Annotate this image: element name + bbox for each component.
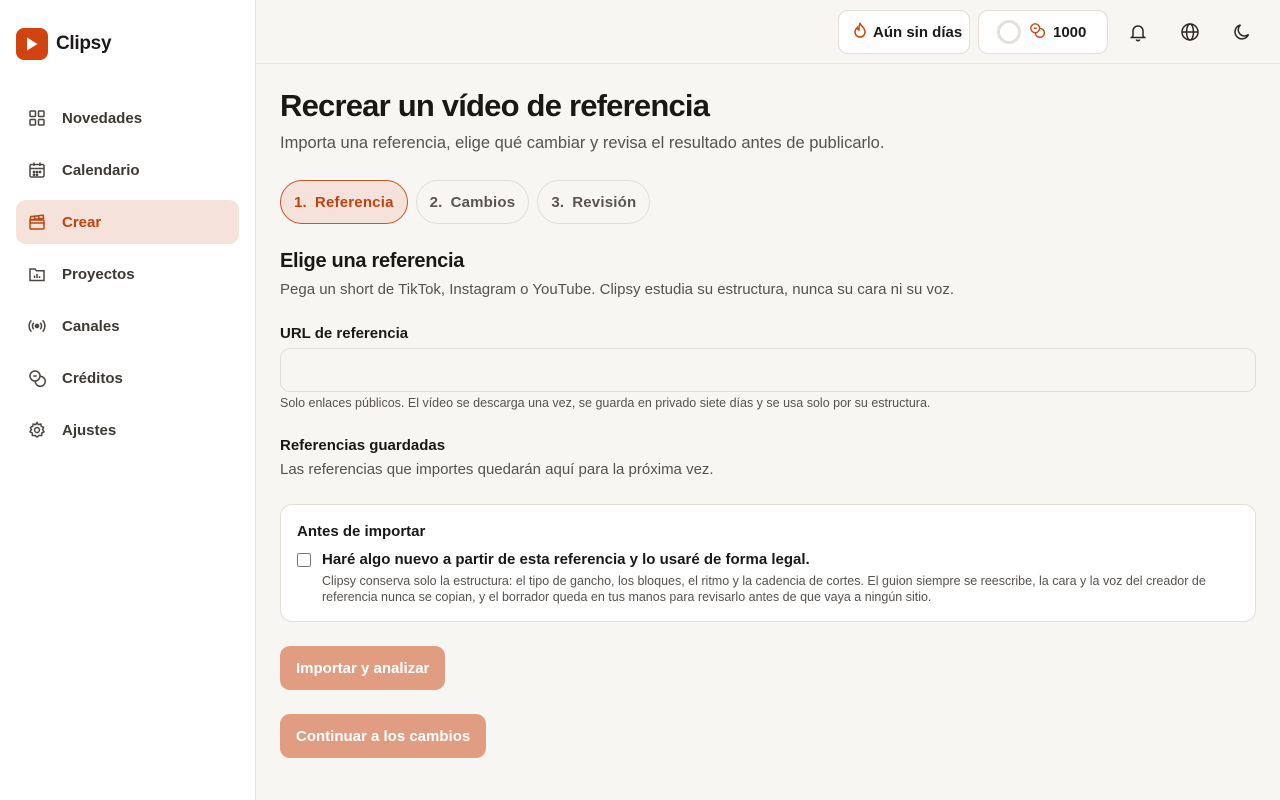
section-title: Elige una referencia — [280, 250, 465, 272]
brand-name: Clipsy — [56, 33, 112, 54]
step-number: 1. — [294, 193, 307, 211]
step-label: Revisión — [572, 193, 637, 211]
sidebar-item-creditos[interactable]: Créditos — [16, 356, 239, 400]
sidebar: Clipsy Novedades Calendario Crear Proyec… — [0, 0, 256, 800]
saved-references-description: Las referencias que importes quedarán aq… — [280, 461, 714, 478]
coins-icon — [28, 369, 46, 387]
legal-card: Antes de importar Haré algo nuevo a part… — [280, 504, 1256, 622]
coins-icon — [1029, 22, 1046, 42]
step-number: 3. — [551, 193, 565, 211]
brand[interactable]: Clipsy — [16, 28, 112, 60]
stepper: 1. Referencia 2. Cambios 3. Revisión — [280, 180, 651, 224]
url-hint: Solo enlaces públicos. El vídeo se desca… — [280, 396, 931, 410]
step-revision[interactable]: 3. Revisión — [537, 180, 651, 224]
flame-icon — [853, 21, 867, 42]
bell-icon[interactable] — [1126, 20, 1150, 44]
topbar: Aún sin días 1000 — [256, 0, 1280, 64]
sidebar-item-label: Crear — [62, 213, 102, 231]
sidebar-item-label: Ajustes — [62, 421, 117, 439]
step-label: Cambios — [450, 193, 516, 211]
broadcast-icon — [28, 317, 46, 335]
legal-card-title: Antes de importar — [297, 523, 426, 540]
sidebar-item-label: Proyectos — [62, 265, 135, 283]
progress-ring-icon — [997, 20, 1021, 44]
continue-button[interactable]: Continuar a los cambios — [280, 714, 487, 758]
credits-pill[interactable]: 1000 — [978, 10, 1108, 54]
gear-icon — [28, 421, 46, 439]
legal-consent-checkbox[interactable] — [297, 553, 311, 567]
sidebar-item-label: Canales — [62, 317, 120, 335]
legal-consent-label[interactable]: Haré algo nuevo a partir de esta referen… — [322, 551, 810, 568]
streak-label: Aún sin días — [873, 23, 963, 41]
sidebar-item-canales[interactable]: Canales — [16, 304, 239, 348]
step-label: Referencia — [314, 193, 394, 211]
page-subtitle: Importa una referencia, elige qué cambia… — [280, 134, 885, 152]
clapperboard-icon — [28, 213, 46, 231]
section-description: Pega un short de TikTok, Instagram o You… — [280, 281, 954, 298]
sidebar-item-novedades[interactable]: Novedades — [16, 96, 239, 140]
play-logo-icon — [16, 28, 48, 60]
sidebar-item-label: Créditos — [62, 369, 123, 387]
sidebar-item-label: Novedades — [62, 109, 143, 127]
sidebar-item-label: Calendario — [62, 161, 140, 179]
step-number: 2. — [429, 193, 443, 211]
saved-references-title: Referencias guardadas — [280, 437, 446, 454]
sidebar-nav: Novedades Calendario Crear Proyectos Can… — [16, 96, 239, 460]
step-cambios[interactable]: 2. Cambios — [415, 180, 530, 224]
globe-icon[interactable] — [1178, 20, 1202, 44]
url-field-label: URL de referencia — [280, 325, 409, 342]
credits-value: 1000 — [1053, 23, 1087, 41]
sidebar-item-crear[interactable]: Crear — [16, 200, 239, 244]
calendar-icon — [28, 161, 46, 179]
moon-icon[interactable] — [1230, 20, 1254, 44]
page-title: Recrear un vídeo de referencia — [280, 88, 710, 123]
reference-url-input[interactable] — [280, 348, 1256, 392]
folder-chart-icon — [28, 265, 46, 283]
streak-pill[interactable]: Aún sin días — [838, 10, 970, 54]
grid-icon — [28, 109, 46, 127]
step-referencia[interactable]: 1. Referencia — [280, 180, 408, 224]
legal-explanation: Clipsy conserva solo la estructura: el t… — [322, 574, 1206, 604]
import-analyze-button[interactable]: Importar y analizar — [280, 646, 446, 690]
sidebar-item-proyectos[interactable]: Proyectos — [16, 252, 239, 296]
sidebar-item-ajustes[interactable]: Ajustes — [16, 408, 239, 452]
sidebar-item-calendario[interactable]: Calendario — [16, 148, 239, 192]
